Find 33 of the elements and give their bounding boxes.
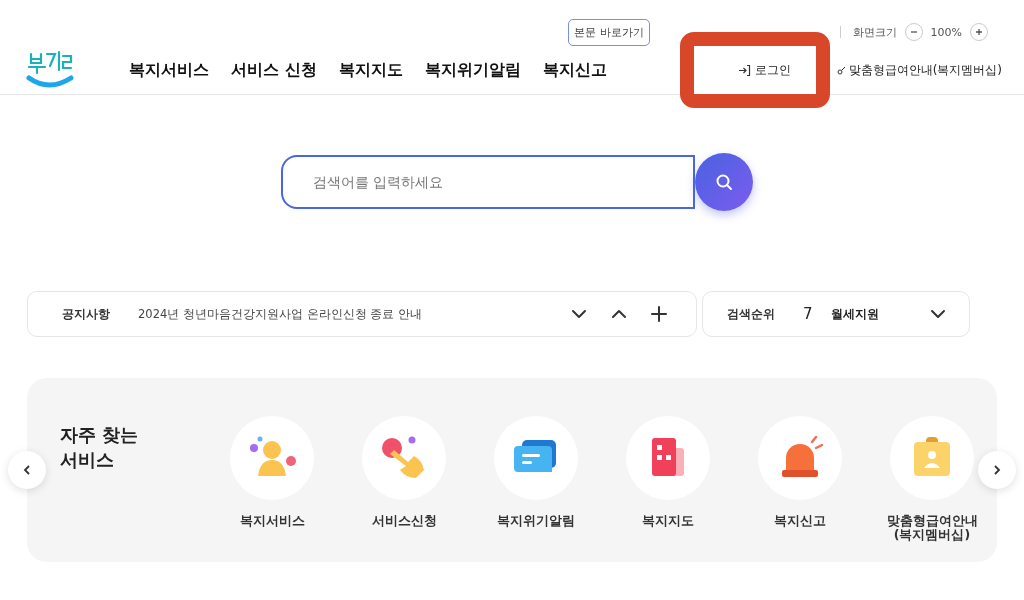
- ranking-label: 검색순위: [727, 306, 775, 322]
- zoom-value: 100%: [930, 25, 962, 39]
- nav-link[interactable]: 복지서비스: [129, 59, 209, 81]
- search-button[interactable]: [695, 153, 753, 211]
- chevron-left-icon: [21, 464, 33, 476]
- nav-link[interactable]: 복지지도: [338, 59, 403, 81]
- search-field[interactable]: 검색어를 입력하세요: [281, 155, 695, 209]
- skip-to-content-link[interactable]: 본문 바로가기: [568, 18, 650, 46]
- nav-link[interactable]: 복지위기알림: [424, 59, 521, 81]
- service-label[interactable]: 복지신고: [774, 514, 826, 529]
- membership-link[interactable]: 맞춤형급여안내(복지멤버십): [836, 61, 1002, 79]
- plus-icon: [975, 28, 983, 36]
- service-label[interactable]: 맞춤형급여안내 (복지멤버십): [886, 514, 978, 543]
- minus-icon: [909, 28, 918, 36]
- service-label[interactable]: 복지위기알림: [497, 514, 575, 529]
- search-icon: [715, 173, 733, 191]
- zoom-out-button[interactable]: [904, 23, 923, 41]
- service-label[interactable]: 복지지도: [642, 514, 694, 529]
- nav-link[interactable]: 서비스 신청: [231, 59, 317, 81]
- ranking-term[interactable]: 월세지원: [830, 306, 929, 322]
- login-icon: [737, 63, 751, 77]
- service-label[interactable]: 복지서비스: [239, 514, 305, 529]
- key-icon: [836, 65, 846, 75]
- nav-link[interactable]: 복지신고: [542, 59, 607, 81]
- notice-text[interactable]: 2024년 청년마음건강지원사업 온라인신청 종료 안내: [138, 306, 570, 322]
- plus-icon[interactable]: [650, 305, 668, 323]
- service-label[interactable]: 서비스신청: [371, 514, 437, 529]
- zoom-label: 화면크기: [852, 24, 897, 40]
- rank-number: 7: [803, 305, 813, 323]
- chevron-right-icon: [991, 464, 1003, 476]
- zoom-in-button[interactable]: [970, 23, 988, 41]
- section-title: 자주 찾는 서비스: [60, 423, 140, 473]
- notice-label: 공지사항: [62, 306, 110, 322]
